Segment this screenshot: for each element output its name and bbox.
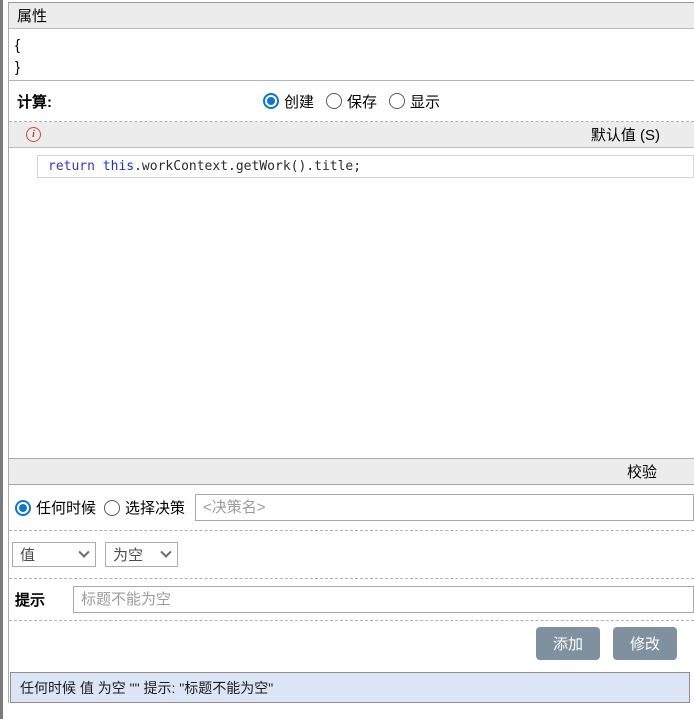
radio-option-choose-decision[interactable]: 选择决策: [104, 497, 185, 518]
radio-selected-icon[interactable]: [263, 93, 279, 109]
radio-option-anytime[interactable]: 任何时候: [15, 497, 96, 518]
radio-unselected-icon[interactable]: [326, 93, 342, 109]
condition-row: 值 为空: [9, 531, 694, 578]
modify-button[interactable]: 修改: [613, 627, 677, 660]
code-editor[interactable]: return this.workContext.getWork().title;: [9, 155, 694, 458]
splitter-bar[interactable]: [0, 0, 3, 719]
properties-header: 属性: [9, 2, 694, 29]
operator-select-value: 为空: [113, 544, 143, 565]
radio-selected-icon[interactable]: [15, 500, 31, 516]
validation-rule-text: 任何时候 值 为空 "" 提示: "标题不能为空": [20, 678, 273, 698]
chevron-down-icon: [160, 546, 171, 557]
add-button[interactable]: 添加: [536, 627, 600, 660]
compute-label: 计算:: [17, 91, 52, 112]
hint-input[interactable]: [73, 586, 694, 613]
radio-option-display[interactable]: 显示: [389, 91, 440, 112]
code-keyword-this: this: [103, 159, 134, 174]
json-preview[interactable]: { }: [9, 29, 694, 81]
radio-option-save-label: 保存: [347, 91, 377, 112]
code-line[interactable]: return this.workContext.getWork().title;: [37, 155, 694, 178]
radio-option-create-label: 创建: [284, 91, 314, 112]
info-icon: i: [26, 127, 41, 142]
radio-option-anytime-label: 任何时候: [36, 497, 96, 518]
json-open-brace: {: [15, 35, 686, 57]
radio-option-choose-decision-label: 选择决策: [125, 497, 185, 518]
validation-header-label: 校验: [627, 461, 657, 482]
radio-option-create[interactable]: 创建: [263, 91, 314, 112]
validation-rule-item[interactable]: 任何时候 值 为空 "" 提示: "标题不能为空": [10, 672, 690, 703]
hint-label: 提示: [15, 589, 73, 610]
radio-option-save[interactable]: 保存: [326, 91, 377, 112]
validation-header: 校验: [9, 458, 694, 485]
json-close-brace: }: [15, 57, 686, 79]
validation-when-row: 任何时候 选择决策: [9, 485, 694, 530]
hint-row: 提示: [9, 579, 694, 620]
buttons-row: 添加 修改: [9, 621, 694, 665]
radio-unselected-icon[interactable]: [104, 500, 120, 516]
code-expression: .workContext.getWork().title;: [134, 159, 361, 174]
code-keyword-return: return: [48, 159, 103, 174]
operator-select[interactable]: 为空: [105, 542, 178, 567]
compute-options: 创建 保存 显示: [257, 91, 446, 112]
radio-option-display-label: 显示: [410, 91, 440, 112]
field-select-value: 值: [20, 544, 35, 565]
default-value-header: i 默认值 (S): [9, 122, 694, 148]
decision-name-input[interactable]: [195, 494, 694, 521]
compute-row: 计算: 创建 保存 显示: [9, 81, 694, 121]
radio-unselected-icon[interactable]: [389, 93, 405, 109]
properties-panel: 属性 { } 计算: 创建 保存 显示 i 默认值 (S) return thi…: [8, 2, 694, 703]
chevron-down-icon: [78, 546, 89, 557]
properties-header-label: 属性: [17, 5, 47, 26]
field-select[interactable]: 值: [12, 542, 96, 567]
default-value-header-label: 默认值 (S): [591, 124, 660, 145]
